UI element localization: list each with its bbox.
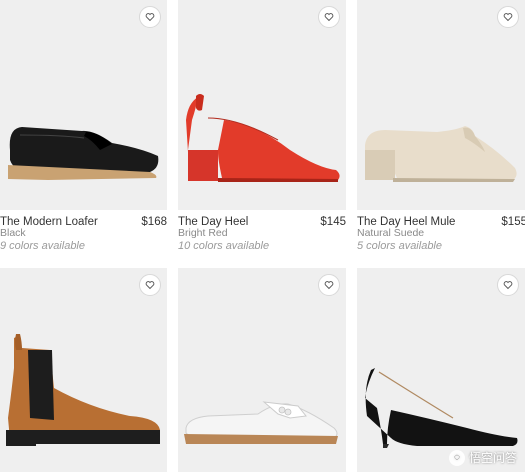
product-image[interactable] [178, 0, 346, 210]
heart-icon[interactable] [139, 274, 161, 296]
product-card[interactable]: The Day Heel $145 Bright Red 10 colors a… [178, 0, 346, 262]
product-image[interactable] [0, 0, 167, 210]
chelsea-boot-image [6, 334, 160, 446]
color-availability[interactable]: 5 colors available [357, 240, 442, 252]
product-card[interactable] [0, 268, 167, 472]
day-heel-shoe-image [186, 94, 340, 182]
product-image[interactable] [178, 268, 346, 472]
black-pump-image [365, 368, 518, 448]
product-card[interactable]: The Modern Loafer $168 Black 9 colors av… [0, 0, 167, 262]
white-slide-image [184, 401, 338, 444]
day-heel-mule-shoe-image [365, 126, 517, 182]
product-color: Natural Suede [357, 227, 425, 239]
product-card[interactable]: ◌ 悟空问答 [357, 268, 525, 472]
heart-icon[interactable] [139, 6, 161, 28]
color-availability[interactable]: 10 colors available [178, 240, 269, 252]
heart-icon[interactable] [497, 6, 519, 28]
watermark: ◌ 悟空问答 [448, 449, 517, 466]
product-image[interactable]: ◌ 悟空问答 [357, 268, 525, 472]
product-color: Black [0, 227, 26, 239]
product-image[interactable] [0, 268, 167, 472]
watermark-text: 悟空问答 [468, 451, 517, 465]
loafer-shoe-image [8, 127, 159, 180]
watermark-logo-icon: ◌ [448, 449, 465, 466]
product-price: $168 [141, 216, 167, 228]
product-color: Bright Red [178, 227, 228, 239]
heart-icon[interactable] [318, 274, 340, 296]
product-image[interactable] [357, 0, 525, 210]
heart-icon[interactable] [318, 6, 340, 28]
product-price: $155 [501, 216, 525, 228]
heart-icon[interactable] [497, 274, 519, 296]
product-price: $145 [320, 216, 346, 228]
product-card[interactable]: The Day Heel Mule $155 Natural Suede 5 c… [357, 0, 525, 262]
color-availability[interactable]: 9 colors available [0, 240, 85, 252]
product-card[interactable] [178, 268, 346, 472]
